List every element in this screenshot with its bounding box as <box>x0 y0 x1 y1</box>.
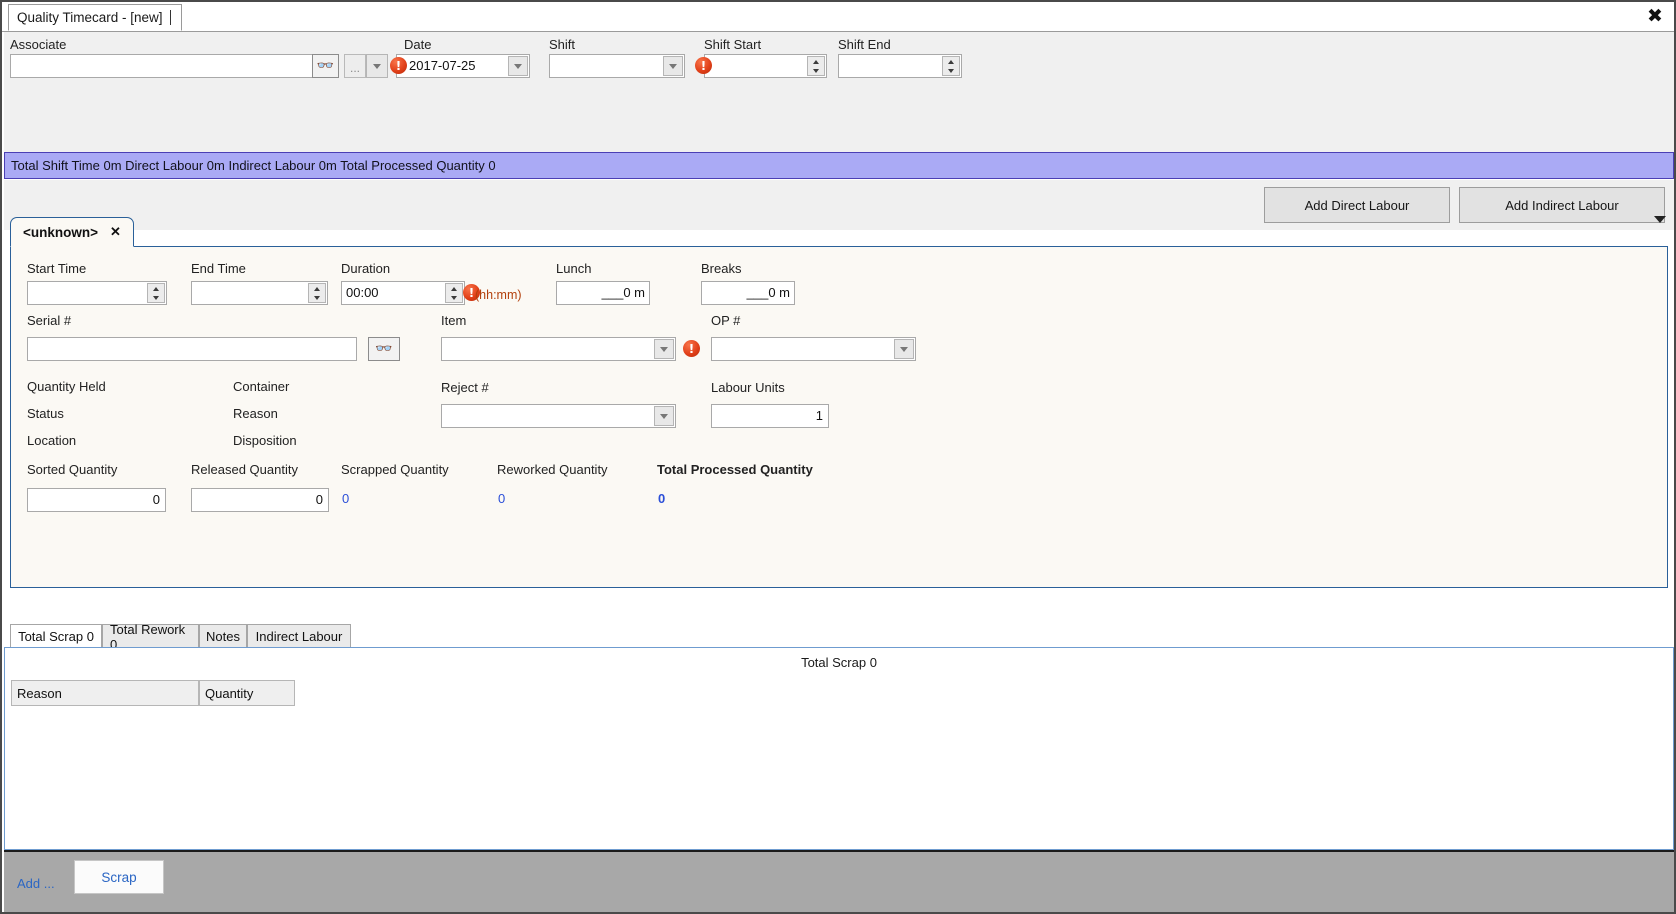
quantity-held-label: Quantity Held <box>27 379 106 394</box>
shift-label: Shift <box>549 37 576 52</box>
associate-label: Associate <box>10 37 67 52</box>
date-label: Date <box>404 37 432 52</box>
breaks-value: ___0 m <box>746 285 790 300</box>
error-icon: ! <box>390 57 407 74</box>
released-quantity-input[interactable]: 0 <box>191 488 329 512</box>
summary-bar: Total Shift Time 0m Direct Labour 0m Ind… <box>4 152 1674 179</box>
timecard-entry-panel: Start Time End Time Duration 00:00 ! (hh… <box>10 246 1668 588</box>
spinner-icon[interactable] <box>147 283 165 303</box>
shift-end-label: Shift End <box>838 37 891 52</box>
reworked-quantity-value: 0 <box>498 491 506 506</box>
scrapped-quantity-label: Scrapped Quantity <box>341 462 449 477</box>
spinner-icon[interactable] <box>308 283 326 303</box>
reject-label: Reject # <box>441 380 489 395</box>
item-label: Item <box>441 313 467 328</box>
spinner-icon[interactable] <box>942 56 960 76</box>
op-select[interactable] <box>711 337 916 361</box>
grid-total-label: Total Scrap 0 <box>801 655 877 670</box>
shift-start-label: Shift Start <box>704 37 762 52</box>
lunch-value: ___0 m <box>601 285 645 300</box>
bottom-tab-strip: Total Scrap 0 Total Rework 0 Notes Indir… <box>4 622 1674 652</box>
labour-units-input[interactable]: 1 <box>711 404 829 428</box>
error-icon: ! <box>683 340 700 357</box>
sorted-quantity-label: Sorted Quantity <box>27 462 118 477</box>
spinner-icon[interactable] <box>445 283 463 303</box>
close-icon[interactable]: ✖ <box>1644 5 1666 27</box>
labour-units-value: 1 <box>814 408 824 423</box>
entry-tab-label: <unknown> <box>23 224 99 240</box>
duration-format-hint: (hh:mm) <box>475 288 522 302</box>
location-label: Location <box>27 433 77 448</box>
breaks-input[interactable]: ___0 m <box>701 281 795 305</box>
text-caret <box>169 10 171 25</box>
tab-notes[interactable]: Notes <box>199 624 247 648</box>
entry-tab-close-icon[interactable]: ✕ <box>110 224 121 240</box>
add-direct-labour-button[interactable]: Add Direct Labour <box>1264 187 1450 223</box>
shift-start-input[interactable] <box>704 54 827 78</box>
header-form: Associate 👓 ... Date 2017-07-25 ! Shift … <box>4 32 1674 152</box>
bottom-toolbar: Add ... Scrap <box>4 850 1674 912</box>
date-input[interactable]: 2017-07-25 <box>396 54 530 78</box>
start-time-label: Start Time <box>27 261 87 276</box>
breaks-label: Breaks <box>701 261 742 276</box>
quality-timecard-window: Quality Timecard - [new] ✖ Associate 👓 .… <box>0 0 1676 914</box>
associate-ellipsis-button[interactable]: ... <box>344 54 366 78</box>
lunch-input[interactable]: ___0 m <box>556 281 650 305</box>
lunch-label: Lunch <box>556 261 592 276</box>
chevron-down-icon[interactable] <box>654 339 674 359</box>
entry-tab[interactable]: <unknown> ✕ <box>10 217 134 247</box>
column-header-reason[interactable]: Reason <box>11 680 199 706</box>
associate-input[interactable] <box>10 54 332 78</box>
tab-total-scrap[interactable]: Total Scrap 0 <box>10 624 102 648</box>
serial-input[interactable] <box>27 337 357 361</box>
serial-label: Serial # <box>27 313 72 328</box>
spinner-icon[interactable] <box>807 56 825 76</box>
chevron-down-icon[interactable] <box>366 54 388 78</box>
action-button-row: Add Direct Labour Add Indirect Labour <box>4 180 1674 230</box>
released-quantity-label: Released Quantity <box>191 462 298 477</box>
sorted-quantity-value: 0 <box>151 492 161 507</box>
total-processed-quantity-label: Total Processed Quantity <box>657 462 813 477</box>
container-label: Container <box>233 379 290 394</box>
scrap-button[interactable]: Scrap <box>74 860 164 894</box>
chevron-down-icon[interactable] <box>894 339 914 359</box>
labour-units-label: Labour Units <box>711 380 785 395</box>
caret-down-icon[interactable] <box>1654 216 1666 223</box>
end-time-input[interactable] <box>191 281 328 305</box>
binoculars-icon[interactable]: 👓 <box>312 54 339 78</box>
document-tab-label: Quality Timecard - [new] <box>17 10 163 25</box>
disposition-label: Disposition <box>233 433 297 448</box>
document-tab[interactable]: Quality Timecard - [new] <box>8 4 182 31</box>
duration-input[interactable]: 00:00 <box>341 281 465 305</box>
scrap-grid-panel: Total Scrap 0 Reason Quantity <box>4 647 1674 850</box>
start-time-input[interactable] <box>27 281 167 305</box>
error-icon: ! <box>695 57 712 74</box>
chevron-down-icon[interactable] <box>508 56 528 76</box>
end-time-label: End Time <box>191 261 246 276</box>
shift-end-input[interactable] <box>838 54 962 78</box>
column-header-quantity[interactable]: Quantity <box>199 680 295 706</box>
reason-label: Reason <box>233 406 278 421</box>
chevron-down-icon[interactable] <box>654 406 674 426</box>
sorted-quantity-input[interactable]: 0 <box>27 488 166 512</box>
status-label: Status <box>27 406 64 421</box>
titlebar: Quality Timecard - [new] ✖ <box>2 2 1674 32</box>
op-label: OP # <box>711 313 741 328</box>
duration-value: 00:00 <box>346 285 379 300</box>
duration-label: Duration <box>341 261 391 276</box>
tab-total-rework[interactable]: Total Rework 0 <box>102 622 199 652</box>
binoculars-icon[interactable]: 👓 <box>368 337 400 361</box>
add-indirect-labour-button[interactable]: Add Indirect Labour <box>1459 187 1665 223</box>
scrapped-quantity-value: 0 <box>342 491 350 506</box>
reworked-quantity-label: Reworked Quantity <box>497 462 608 477</box>
shift-select[interactable] <box>549 54 685 78</box>
released-quantity-value: 0 <box>314 492 324 507</box>
add-link[interactable]: Add ... <box>17 876 55 891</box>
reject-select[interactable] <box>441 404 676 428</box>
item-select[interactable] <box>441 337 676 361</box>
tab-indirect-labour[interactable]: Indirect Labour <box>247 624 351 648</box>
summary-text: Total Shift Time 0m Direct Labour 0m Ind… <box>11 158 496 173</box>
chevron-down-icon[interactable] <box>663 56 683 76</box>
total-processed-quantity-value: 0 <box>658 491 666 506</box>
